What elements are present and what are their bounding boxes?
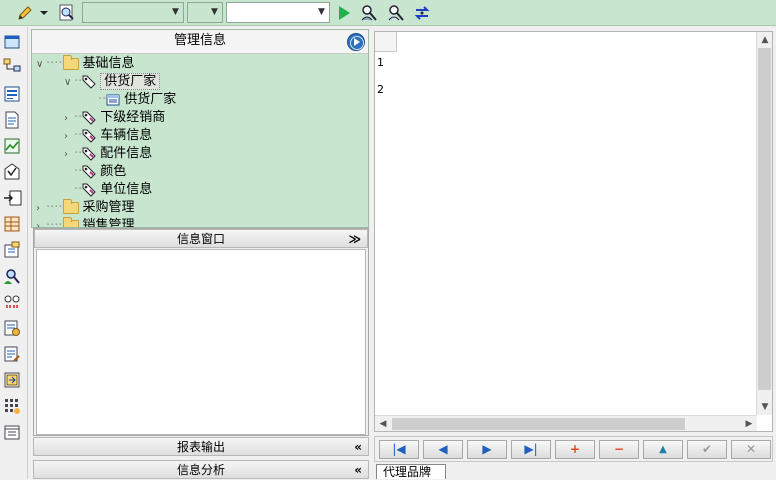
first-record-button[interactable]: |◀ (379, 440, 419, 459)
tree-node-sales[interactable]: › ···· 销售管理 (36, 216, 135, 227)
tree-node-dealer[interactable]: › ·· 下级经销商 (64, 109, 165, 127)
vertical-scroll-thumb[interactable] (758, 48, 771, 390)
chevron-down-icon[interactable]: ∨ (36, 56, 46, 74)
filter-field-combo[interactable]: ▼ (82, 2, 184, 23)
window-icon[interactable] (3, 33, 21, 51)
horizontal-scroll-thumb[interactable] (392, 418, 685, 430)
edit-record-button[interactable]: ▲ (643, 440, 683, 459)
grid-icon[interactable] (3, 397, 21, 415)
tree-node-supplier[interactable]: ∨ ·· 供货厂家 (64, 73, 161, 92)
management-tree-panel: 管理信息 ∨ ···· 基础信息 ∨ ·· 供货厂家 ·· 供货厂家 › ·· 下级经销商 ›… (31, 29, 369, 228)
table-icon (106, 93, 120, 107)
operator-combo[interactable]: ▼ (187, 2, 223, 23)
tree-node-vehicle[interactable]: › ·· 车辆信息 (64, 127, 152, 145)
prev-record-button[interactable]: ◀ (423, 440, 463, 459)
info-window-body (36, 249, 366, 435)
add-record-button[interactable]: + (555, 440, 595, 459)
left-tool-strip (0, 27, 28, 479)
chevron-right-icon[interactable]: › (64, 146, 74, 164)
tag-icon (82, 165, 96, 179)
chevron-down-icon[interactable]: ∨ (64, 74, 74, 92)
row-header-column: 1 2 (375, 52, 397, 106)
binoculars-icon[interactable] (3, 293, 21, 311)
scroll-down-icon[interactable]: ▼ (757, 399, 773, 415)
info-window-panel: 信息窗口 ≫ (33, 228, 369, 436)
tag-icon (82, 129, 96, 143)
chevron-right-icon[interactable]: › (64, 110, 74, 128)
filter-value-combo[interactable]: ▼ (226, 2, 330, 23)
info-window-header[interactable]: 信息窗口 ≫ (34, 229, 368, 248)
refresh-icon[interactable] (412, 3, 432, 23)
notes-icon[interactable] (3, 241, 21, 259)
tree-panel-title: 管理信息 (173, 33, 226, 48)
scroll-left-icon[interactable]: ◀ (375, 416, 391, 432)
document-icon[interactable] (3, 111, 21, 129)
organization-icon[interactable] (3, 57, 21, 75)
tree-node-purchase[interactable]: › ···· 采购管理 (36, 198, 135, 218)
chevron-right-icon[interactable]: › (64, 128, 74, 146)
collapse-chevron-icon[interactable]: ≫ (348, 230, 361, 249)
form-list-icon[interactable] (3, 85, 21, 103)
row-number[interactable]: 2 (377, 83, 384, 96)
toolbar: ▼ ▼ ▼ (0, 0, 776, 26)
tree-node-color[interactable]: ·· 颜色 (74, 163, 126, 181)
user-search-icon[interactable] (3, 267, 21, 285)
cancel-record-button[interactable]: ✕ (731, 440, 771, 459)
info-analysis-header[interactable]: 信息分析 « (33, 460, 369, 479)
report-output-header[interactable]: 报表输出 « (33, 437, 369, 456)
inbox-icon[interactable] (3, 163, 21, 181)
chevron-down-icon: ▼ (318, 7, 325, 17)
next-record-button[interactable]: ▶ (467, 440, 507, 459)
tag-icon (82, 147, 96, 161)
folder-icon (62, 198, 79, 214)
chevron-down-icon: ▼ (211, 7, 218, 17)
chevron-down-icon: ▼ (172, 7, 179, 17)
tree-node-basic-info[interactable]: ∨ ···· 基础信息 (36, 54, 135, 74)
find-next-icon[interactable] (386, 3, 406, 23)
search-document-icon[interactable] (57, 3, 77, 23)
find-people-icon[interactable] (359, 3, 379, 23)
pencil-icon[interactable] (15, 3, 35, 23)
expand-chevron-icon[interactable]: « (354, 461, 362, 480)
dropdown-arrow-icon[interactable] (38, 3, 50, 23)
report-settings-icon[interactable] (3, 319, 21, 337)
chevron-right-icon[interactable]: › (36, 218, 46, 227)
confirm-record-button[interactable]: ✔ (687, 440, 727, 459)
navigate-circle-icon[interactable] (347, 33, 365, 51)
scroll-right-icon[interactable]: ▶ (741, 416, 757, 432)
import-icon[interactable] (3, 189, 22, 207)
chart-icon[interactable] (3, 137, 21, 155)
tree-node-supplier-table[interactable]: ·· 供货厂家 (98, 91, 176, 109)
scroll-up-icon[interactable]: ▲ (757, 32, 773, 48)
tab-agent-brand[interactable]: 代理品牌 (376, 464, 446, 479)
record-navigation-bar: |◀ ◀ ▶ ▶| + − ▲ ✔ ✕ (374, 436, 773, 462)
export-icon[interactable] (3, 371, 21, 389)
table-icon[interactable] (3, 215, 21, 233)
expand-chevron-icon[interactable]: « (354, 438, 362, 457)
tag-icon (82, 111, 96, 125)
tree-panel-header: 管理信息 (32, 30, 368, 54)
horizontal-scrollbar[interactable]: ◀ ▶ (375, 415, 757, 431)
chevron-right-icon[interactable]: › (36, 200, 46, 218)
data-grid[interactable]: 1 2 ▲ ▼ ◀ ▶ (374, 31, 773, 432)
tag-icon (82, 183, 96, 197)
row-number[interactable]: 1 (377, 56, 384, 69)
play-icon[interactable] (334, 3, 354, 23)
edit-report-icon[interactable] (3, 345, 21, 363)
archive-icon[interactable] (3, 423, 21, 441)
tree-node-unit[interactable]: ·· 单位信息 (74, 181, 152, 199)
vertical-scrollbar[interactable]: ▲ ▼ (756, 32, 772, 415)
last-record-button[interactable]: ▶| (511, 440, 551, 459)
folder-icon (62, 216, 79, 227)
delete-record-button[interactable]: − (599, 440, 639, 459)
tree-node-parts[interactable]: › ·· 配件信息 (64, 145, 152, 163)
folder-icon (62, 54, 79, 70)
tag-icon (82, 75, 96, 89)
grid-corner-header[interactable] (375, 32, 397, 52)
